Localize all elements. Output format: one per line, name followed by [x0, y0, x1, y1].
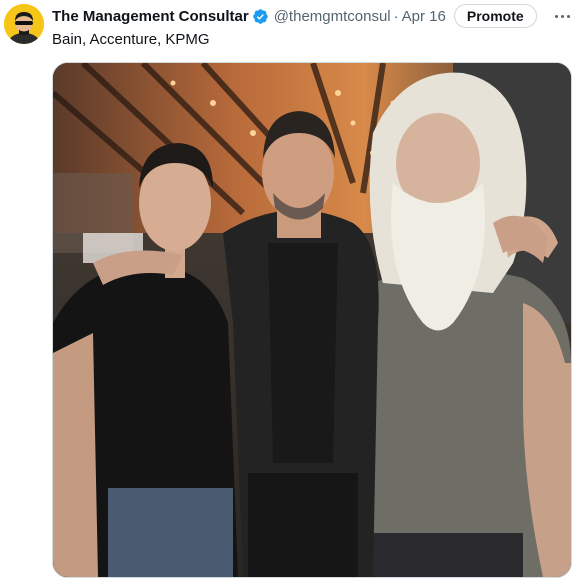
tweet-header: The Management Consultar @themgmtconsul … — [52, 4, 570, 28]
masked-face-avatar-icon — [4, 4, 44, 44]
tweet-timestamp[interactable]: Apr 16 — [402, 8, 446, 25]
tweet-photo[interactable] — [52, 62, 572, 578]
tweet[interactable]: The Management Consultar @themgmtconsul … — [0, 0, 578, 581]
more-horizontal-icon[interactable] — [546, 6, 570, 26]
tweet-text: Bain, Accenture, KPMG — [52, 31, 210, 48]
author-avatar[interactable] — [4, 4, 44, 44]
photo-three-men — [53, 63, 571, 577]
author-handle[interactable]: @themgmtconsul — [274, 8, 391, 25]
separator-dot: · — [393, 7, 399, 25]
author-display-name[interactable]: The Management Consultar — [52, 8, 249, 25]
verified-badge-icon[interactable] — [252, 8, 269, 25]
promote-button[interactable]: Promote — [453, 4, 537, 28]
